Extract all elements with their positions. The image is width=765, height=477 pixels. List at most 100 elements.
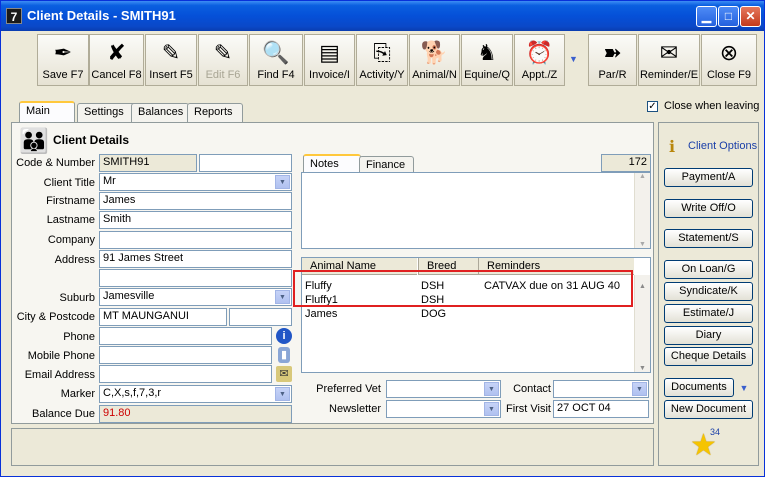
suburb-value: Jamesville [103, 290, 155, 302]
scroll-up-icon[interactable]: ▲ [635, 173, 650, 180]
first-visit-field[interactable]: 27 OCT 04 [553, 400, 649, 418]
close-circle-icon: ⊗ [719, 40, 739, 65]
window-close-button[interactable]: ✕ [740, 6, 761, 27]
activity-button[interactable]: ⎘ Activity/Y [356, 34, 408, 86]
reminder-button[interactable]: ✉ Reminder/E [638, 34, 700, 86]
animal-breed-cell[interactable]: DOG [421, 308, 446, 320]
cancel-button[interactable]: ✘ Cancel F8 [89, 34, 144, 86]
syndicate-k-button[interactable]: Syndicate/K [664, 282, 753, 301]
company-field[interactable] [99, 231, 292, 249]
activity-label: Activity/Y [359, 69, 405, 81]
mobile-field[interactable] [99, 346, 272, 364]
cheque-details-button[interactable]: Cheque Details [664, 347, 753, 366]
on-loan-g-button[interactable]: On Loan/G [664, 260, 753, 279]
magnifier-icon: 🔍 [262, 40, 290, 65]
maximize-button[interactable]: □ [718, 6, 739, 27]
chevron-down-icon[interactable]: ▼ [632, 382, 647, 396]
insert-button[interactable]: ✎ Insert F5 [145, 34, 197, 86]
tab-finance[interactable]: Finance [359, 156, 414, 173]
email-icon[interactable]: ✉ [276, 366, 292, 382]
diary-button[interactable]: Diary [664, 326, 753, 345]
client-people-icon: 👪 [19, 128, 49, 155]
animal-button[interactable]: 🐕 Animal/N [409, 34, 460, 86]
close-label: Close F9 [706, 69, 752, 81]
info-icon[interactable]: i [276, 328, 292, 344]
marker-label: Marker [60, 388, 95, 400]
tab-reports[interactable]: Reports [187, 103, 243, 122]
title-label: Client Title [43, 177, 95, 189]
save-button[interactable]: ✒ Save F7 [37, 34, 89, 86]
par-button[interactable]: ➽ Par/R [588, 34, 637, 86]
firstname-field[interactable]: James [99, 192, 292, 210]
city-label: City & Postcode [16, 311, 95, 323]
app-icon: 7 [6, 8, 22, 24]
chevron-down-icon[interactable]: ▼ [275, 175, 290, 189]
lastname-label: Lastname [46, 214, 95, 226]
close-when-leaving-checkbox[interactable]: ✓ [647, 101, 658, 112]
documents-button[interactable]: Documents [664, 378, 734, 397]
client-details-heading: Client Details [53, 133, 130, 147]
new-document-button[interactable]: New Document [664, 400, 753, 419]
tab-main[interactable]: Main [19, 101, 75, 122]
animal-name-cell[interactable]: James [305, 308, 337, 320]
edit-icon: ✎ [213, 40, 233, 65]
save-label: Save F7 [42, 69, 84, 81]
code-label: Code & Number [16, 157, 95, 169]
code-field[interactable]: SMITH91 [99, 154, 197, 172]
lastname-field[interactable]: Smith [99, 211, 292, 229]
close-button[interactable]: ⊗ Close F9 [701, 34, 757, 86]
address-line1-field[interactable]: 91 James Street [99, 250, 292, 268]
postcode-field[interactable] [229, 308, 292, 326]
invoice-icon: ▤ [319, 40, 340, 65]
scroll-down-icon[interactable]: ▼ [635, 365, 650, 372]
info-person-icon: ℹ [669, 139, 676, 156]
suburb-select[interactable]: Jamesville ▼ [99, 288, 292, 306]
statement-s-button[interactable]: Statement/S [664, 229, 753, 248]
city-field[interactable]: MT MAUNGANUI [99, 308, 227, 326]
address-line2-field[interactable] [99, 269, 292, 287]
scroll-up-icon[interactable]: ▲ [635, 283, 650, 290]
dog-icon: 🐕 [420, 40, 449, 65]
animals-scrollbar[interactable]: ▲ ▼ [634, 275, 650, 372]
chevron-down-icon[interactable]: ▼ [275, 290, 290, 304]
phone-field[interactable] [99, 327, 272, 345]
payment-a-button[interactable]: Payment/A [664, 168, 753, 187]
tab-balances[interactable]: Balances [131, 103, 189, 122]
contact-select[interactable]: ▼ [553, 380, 649, 398]
par-icon: ➽ [603, 40, 622, 65]
minimize-button[interactable]: ▁ [696, 6, 717, 27]
notes-scrollbar[interactable]: ▲ ▼ [634, 173, 650, 248]
status-panel [11, 428, 654, 466]
star-count: 34 [710, 427, 721, 437]
chevron-down-icon[interactable]: ▼ [275, 387, 290, 401]
email-label: Email Address [24, 369, 95, 381]
activity-icon: ⎘ [373, 40, 391, 65]
balance-label: Balance Due [32, 408, 95, 420]
contact-label: Contact [513, 383, 551, 395]
balance-value: 91.80 [103, 407, 131, 419]
appt-button[interactable]: ⏰ Appt./Z [514, 34, 565, 86]
email-field[interactable] [99, 365, 272, 383]
client-details-window: 7 Client Details - SMITH91 ▁ □ ✕ ✒ Save F… [0, 0, 765, 477]
cancel-x-icon: ✘ [107, 40, 126, 65]
preferred-vet-label: Preferred Vet [316, 383, 381, 395]
scroll-down-icon[interactable]: ▼ [635, 241, 650, 248]
number-field[interactable] [199, 154, 292, 172]
appt-dropdown-chevron-icon[interactable]: ▼ [569, 54, 578, 64]
title-bar[interactable]: 7 Client Details - SMITH91 ▁ □ ✕ [1, 1, 764, 31]
find-button[interactable]: 🔍 Find F4 [249, 34, 303, 86]
documents-menu-chevron-icon[interactable]: ▼ [736, 380, 752, 396]
marker-select[interactable]: C,X,s,f,7,3,r ▼ [99, 385, 292, 403]
mobile-phone-icon[interactable]: ▮ [278, 347, 290, 363]
notes-textarea[interactable]: ▲ ▼ [301, 172, 651, 249]
estimate-j-button[interactable]: Estimate/J [664, 304, 753, 323]
tab-notes[interactable]: Notes [303, 154, 361, 173]
insert-pen-icon: ✎ [161, 40, 181, 65]
address-label: Address [54, 254, 95, 266]
title-select[interactable]: Mr ▼ [99, 173, 292, 191]
write-off-o-button[interactable]: Write Off/O [664, 199, 753, 218]
marker-value: C,X,s,f,7,3,r [103, 387, 162, 399]
equine-button[interactable]: ♞ Equine/Q [461, 34, 513, 86]
balance-field: 91.80 [99, 405, 292, 423]
invoice-button[interactable]: ▤ Invoice/I [304, 34, 355, 86]
